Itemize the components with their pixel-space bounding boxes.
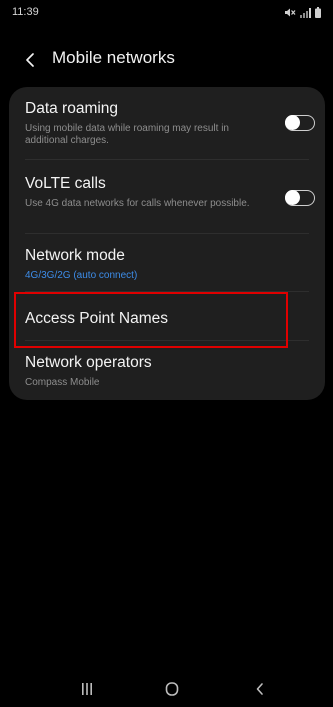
data-roaming-toggle[interactable]	[285, 115, 315, 131]
screen: 11:39 Mobile networks Data roaming Using…	[0, 0, 333, 707]
battery-icon	[315, 7, 321, 18]
volte-calls-toggle[interactable]	[285, 190, 315, 206]
nav-back-button[interactable]	[245, 676, 275, 702]
setting-subtitle: Using mobile data while roaming may resu…	[25, 123, 229, 146]
page-title: Mobile networks	[52, 48, 175, 67]
setting-title: Network mode	[25, 247, 125, 264]
home-icon	[165, 682, 179, 696]
setting-title: VoLTE calls	[25, 175, 106, 192]
recents-button[interactable]	[72, 676, 102, 702]
settings-card: Data roaming Using mobile data while roa…	[9, 87, 325, 400]
setting-row-data-roaming[interactable]: Data roaming Using mobile data while roa…	[9, 87, 325, 149]
setting-row-network-mode[interactable]: Network mode 4G/3G/2G (auto connect)	[9, 234, 325, 290]
setting-row-network-operators[interactable]: Network operators Compass Mobile	[9, 341, 325, 400]
nav-bar	[0, 676, 333, 707]
mute-icon	[285, 8, 296, 17]
setting-subtitle: Use 4G data networks for calls whenever …	[25, 198, 250, 209]
setting-subtitle: Compass Mobile	[25, 377, 100, 388]
recents-icon	[82, 683, 92, 695]
setting-title: Data roaming	[25, 100, 119, 117]
status-icons	[284, 7, 321, 18]
status-bar: 11:39	[0, 0, 333, 34]
home-button[interactable]	[157, 676, 187, 702]
setting-title: Access Point Names	[25, 310, 168, 327]
setting-row-volte-calls[interactable]: VoLTE calls Use 4G data networks for cal…	[9, 160, 325, 232]
setting-subtitle: 4G/3G/2G (auto connect)	[25, 270, 138, 281]
header: Mobile networks	[0, 40, 333, 76]
setting-title: Network operators	[25, 354, 152, 371]
back-icon	[256, 683, 263, 695]
status-time: 11:39	[12, 6, 39, 18]
back-button[interactable]	[20, 49, 42, 71]
chevron-left-icon	[26, 53, 34, 67]
toggle-knob	[285, 115, 300, 130]
toggle-knob	[285, 190, 300, 205]
setting-row-access-point-names[interactable]: Access Point Names	[9, 292, 325, 344]
signal-icon	[300, 7, 311, 18]
